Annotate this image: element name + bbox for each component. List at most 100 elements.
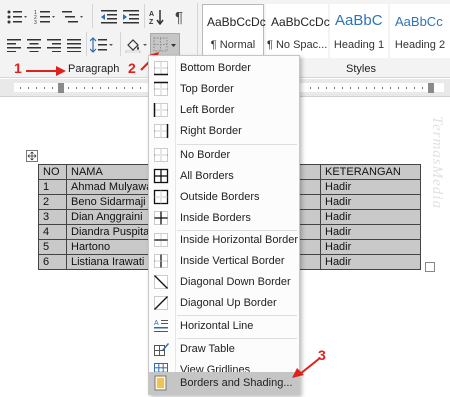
menu-item-outside-borders[interactable]: Outside Borders [149, 187, 299, 207]
styles-group-label: Styles [346, 63, 376, 75]
svg-text:Z: Z [149, 19, 154, 25]
menu-item-right-border[interactable]: Right Border [149, 121, 299, 141]
callout-2: 2 [128, 60, 136, 76]
multilevel-list-icon [62, 11, 83, 23]
right-border-icon [154, 124, 169, 138]
menu-item-borders-and-shading[interactable]: Borders and Shading... [149, 372, 299, 394]
table-cell[interactable]: 4 [38, 224, 67, 240]
menu-item-draw-table[interactable]: Draw Table [149, 339, 299, 359]
menu-item-label: Left Border [180, 104, 235, 116]
table-cell[interactable]: Hadir [320, 209, 421, 225]
menu-item-label: No Border [180, 149, 231, 161]
menu-item-label: Borders and Shading... [180, 377, 293, 389]
menu-item-horizontal-line[interactable]: A Horizontal Line [149, 316, 299, 336]
menu-item-label: Inside Borders [180, 212, 251, 224]
style-heading-2[interactable]: AaBbCc Heading 2 [390, 4, 450, 58]
numbering-button[interactable]: 123 [32, 6, 58, 28]
table-cell[interactable]: 5 [38, 239, 67, 255]
increase-indent-button[interactable] [120, 6, 142, 28]
no-border-icon [154, 148, 168, 162]
table-cell[interactable]: 3 [38, 209, 67, 225]
style-preview: AaBbC [335, 12, 383, 29]
menu-item-label: Top Border [180, 83, 234, 95]
style-preview: AaBbCc [395, 14, 443, 29]
style-preview: AaBbCcDc [271, 15, 330, 29]
align-center-icon [27, 39, 41, 52]
diagonal-up-border-icon [154, 296, 168, 310]
all-borders-icon [153, 168, 169, 184]
menu-item-all-borders[interactable]: All Borders [149, 166, 299, 186]
table-cell[interactable]: Hadir [320, 239, 421, 255]
style-normal[interactable]: AaBbCcDc ¶ Normal [202, 4, 266, 58]
justify-button[interactable] [64, 34, 84, 56]
style-name: ¶ Normal [210, 39, 256, 51]
menu-item-no-border[interactable]: No Border [149, 145, 299, 165]
table-cell[interactable]: 1 [38, 179, 67, 195]
show-hide-button[interactable]: ¶ [170, 6, 188, 28]
callout-3-arrow [292, 357, 321, 378]
svg-text:A: A [154, 320, 159, 327]
style-no-spacing[interactable]: AaBbCcDc ¶ No Spac... [266, 4, 330, 58]
inside-borders-icon [154, 211, 168, 225]
paragraph-group-label: Paragraph [68, 63, 120, 75]
svg-text:3: 3 [34, 20, 37, 25]
multilevel-list-button[interactable] [60, 6, 86, 28]
table-cell[interactable]: Hadir [320, 224, 421, 240]
menu-item-label: Inside Horizontal Border [180, 234, 299, 246]
bottom-border-icon [154, 61, 168, 76]
align-left-icon [7, 39, 21, 52]
inside-horizontal-border-icon [154, 233, 168, 247]
pilcrow-icon: ¶ [174, 8, 184, 26]
decrease-indent-button[interactable] [98, 6, 120, 28]
svg-text:A: A [149, 11, 154, 18]
borders-and-shading-icon [154, 375, 167, 391]
menu-item-inside-horizontal-border[interactable]: Inside Horizontal Border [149, 230, 299, 250]
header-cell-no[interactable]: NO [38, 164, 67, 180]
menu-item-bottom-border[interactable]: Bottom Border [149, 58, 299, 78]
diagonal-down-border-icon [154, 275, 168, 289]
align-right-icon [47, 39, 61, 52]
menu-item-label: All Borders [180, 170, 234, 182]
menu-item-inside-vertical-border[interactable]: Inside Vertical Border [149, 251, 299, 271]
horizontal-line-icon: A [154, 320, 168, 332]
menu-item-label: Draw Table [180, 343, 235, 355]
header-cell-keterangan[interactable]: KETERANGAN [320, 164, 421, 180]
menu-item-label: Diagonal Down Border [180, 276, 291, 288]
callout-1-arrow [26, 66, 66, 76]
menu-item-diagonal-down-border[interactable]: Diagonal Down Border [149, 272, 299, 292]
center-button[interactable] [24, 34, 44, 56]
table-cell[interactable]: 2 [38, 194, 67, 210]
line-spacing-button[interactable] [88, 34, 116, 56]
align-left-button[interactable] [4, 34, 24, 56]
menu-item-left-border[interactable]: Left Border [149, 100, 299, 120]
watermark: TermasMedia [429, 116, 445, 209]
menu-item-diagonal-up-border[interactable]: Diagonal Up Border [149, 293, 299, 313]
table-cell[interactable]: 6 [38, 254, 67, 270]
decrease-indent-icon [101, 10, 117, 24]
style-preview: AaBbCcDc [207, 15, 266, 29]
inside-vertical-border-icon [154, 254, 168, 268]
bullets-button[interactable] [4, 6, 30, 28]
menu-item-label: Inside Vertical Border [180, 255, 285, 267]
style-heading-1[interactable]: AaBbC Heading 1 [330, 4, 388, 58]
table-cell[interactable]: Hadir [320, 179, 421, 195]
align-right-button[interactable] [44, 34, 64, 56]
table-cell[interactable]: Hadir [320, 254, 421, 270]
table-cell[interactable]: Hadir [320, 194, 421, 210]
menu-item-label: Bottom Border [180, 62, 251, 74]
bullets-icon [7, 10, 27, 24]
menu-item-label: Horizontal Line [180, 320, 254, 332]
style-name: ¶ No Spac... [267, 39, 328, 51]
word-window: 123 AZ ¶ AaBbCcDc ¶ Normal AaBbCcDc ¶ No… [0, 0, 450, 397]
menu-item-top-border[interactable]: Top Border [149, 79, 299, 99]
borders-dropdown-menu: Bottom Border Top Border Left Border Rig… [148, 55, 445, 395]
callout-1: 1 [14, 60, 22, 76]
left-border-icon [153, 103, 168, 117]
numbering-icon: 123 [34, 10, 55, 25]
table-move-handle-icon[interactable] [26, 150, 38, 162]
menu-item-inside-borders[interactable]: Inside Borders [149, 208, 299, 228]
sort-button[interactable]: AZ [146, 6, 168, 28]
menu-item-label: Outside Borders [180, 191, 260, 203]
style-name: Heading 2 [394, 39, 446, 51]
sort-icon: AZ [149, 10, 164, 25]
